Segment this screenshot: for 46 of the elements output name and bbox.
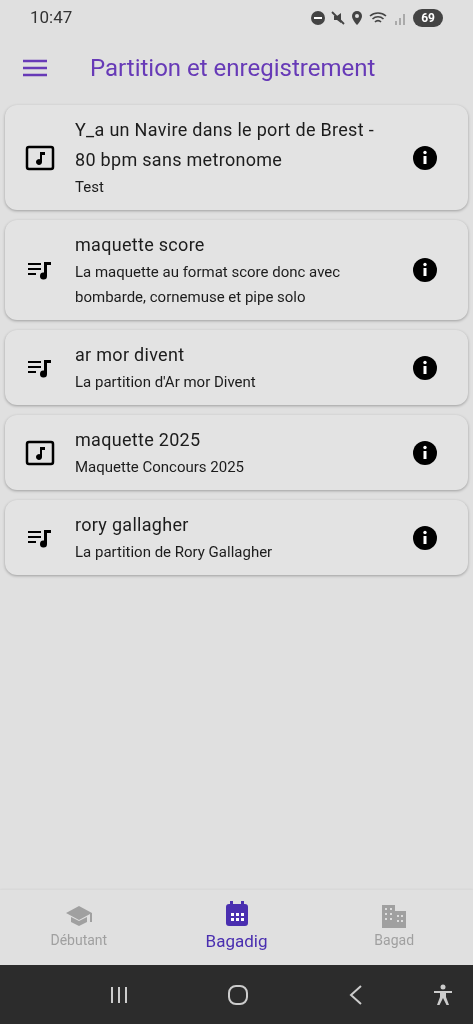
recording-card[interactable]: rory gallagher La partition de Rory Gallagher [5,500,468,575]
recording-card[interactable]: maquette score La maquette au format score donc avec bombarde, cornemuse et pipe solo [5,220,468,320]
info-button[interactable] [412,354,438,381]
info-icon [412,524,438,551]
info-icon [412,257,438,283]
card-subtitle: La maquette au format score donc avec bombarde, cornemuse et pipe solo [75,262,342,308]
accessibility-icon[interactable] [433,983,453,1006]
signal-icon [393,11,408,25]
home-icon[interactable] [227,983,250,1006]
info-button[interactable] [412,257,438,283]
recording-card[interactable]: ar mor divent La partition d'Ar mor Divent [5,330,468,405]
back-icon[interactable] [347,984,364,1005]
info-button[interactable] [412,144,438,171]
card-title: Y_a un Navire dans le port de Brest - 80 bpm sans metronome [75,118,375,172]
recording-card[interactable]: maquette 2025 Maquette Concours 2025 [5,415,468,490]
app-title: Partition et enregistrement [90,53,376,84]
card-subtitle: Maquette Concours 2025 [75,457,246,478]
mute-icon [331,11,346,25]
info-icon [412,439,438,466]
card-subtitle: Test [75,177,105,198]
info-button[interactable] [412,524,438,551]
menu-icon [23,59,47,77]
graduation-cap-icon [64,904,93,928]
music-note-icon [25,439,55,466]
info-icon [412,354,438,381]
recording-card[interactable]: Y_a un Navire dans le port de Brest - 80 bpm sans metronome Test [5,105,468,210]
card-title: maquette score [75,233,206,257]
card-title: rory gallagher [75,513,190,537]
card-subtitle: La partition d'Ar mor Divent [75,372,257,393]
battery-indicator: 69 [413,9,443,27]
nav-tab[interactable]: Bagadig [157,900,316,955]
calendar-icon [224,900,249,927]
status-time: 10:47 [30,6,73,30]
location-icon [351,11,364,25]
info-icon [412,144,438,171]
recent-apps-icon[interactable] [109,984,130,1005]
do-not-disturb-icon [311,11,326,25]
building-icon [381,904,408,928]
menu-button[interactable] [22,58,48,78]
wifi-icon [369,11,388,25]
info-button[interactable] [412,439,438,466]
music-queue-icon [27,259,53,281]
music-note-icon [25,144,55,171]
card-title: maquette 2025 [75,428,202,452]
card-subtitle: La partition de Rory Gallagher [75,542,274,563]
card-title: ar mor divent [75,343,186,367]
